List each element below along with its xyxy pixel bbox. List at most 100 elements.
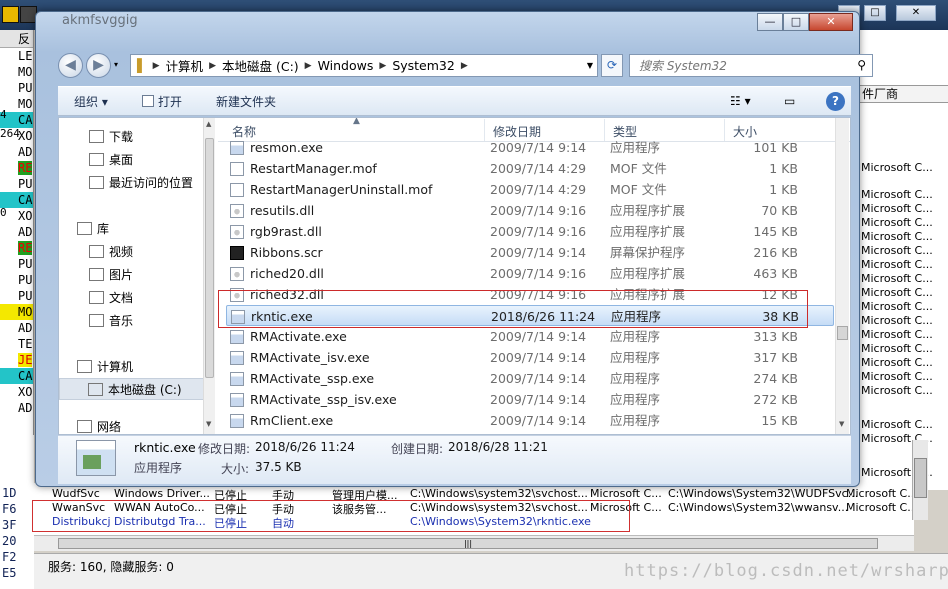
scroll-thumb[interactable]: ||| — [58, 538, 878, 549]
nav-item-label: 视频 — [109, 245, 134, 259]
bg-close-button[interactable]: ✕ — [896, 5, 936, 21]
search-input[interactable] — [630, 55, 830, 76]
forward-button[interactable]: ▶ — [86, 53, 111, 78]
breadcrumb-chevron-icon[interactable]: ▶ — [305, 61, 312, 71]
background-code: 20 — [2, 534, 17, 548]
folder-icon: ▌ — [137, 58, 147, 73]
nav-item[interactable]: 库 — [77, 218, 109, 240]
nav-item[interactable]: 网络 — [77, 416, 121, 434]
file-size: 145 KB — [753, 224, 798, 239]
address-bar[interactable]: ▌ ▶ 计算机 ▶ 本地磁盘 (C:) ▶ Windows ▶ System32… — [130, 54, 598, 77]
maximize-button[interactable]: □ — [783, 13, 809, 31]
file-row[interactable]: RMActivate.exe 2009/7/14 9:14 应用程序 313 KB — [226, 326, 834, 347]
breadcrumb-windows[interactable]: Windows — [312, 58, 380, 73]
file-row[interactable]: Ribbons.scr 2009/7/14 9:14 屏幕保护程序 216 KB — [226, 242, 834, 263]
recent-pages-dropdown[interactable]: ▾ — [114, 60, 118, 69]
breadcrumb-chevron-icon[interactable]: ▶ — [153, 61, 160, 71]
detail-file-name: rkntic.exe — [134, 440, 196, 455]
file-list-scroll-thumb[interactable] — [837, 326, 848, 340]
address-dropdown-icon[interactable]: ▼ — [587, 61, 593, 70]
background-row-text: XO — [18, 385, 33, 399]
file-row[interactable]: rgb9rast.dll 2009/7/14 9:16 应用程序扩展 145 KB — [226, 221, 834, 242]
service-vendor: Microsoft C... — [846, 487, 918, 500]
nav-item[interactable]: 计算机 — [77, 356, 133, 378]
file-row[interactable]: RestartManagerUninstall.mof 2009/7/14 4:2… — [226, 179, 834, 200]
organize-button[interactable]: 组织 ▾ — [74, 93, 108, 110]
file-size: 317 KB — [753, 350, 798, 365]
file-row[interactable]: RMActivate_isv.exe 2009/7/14 9:14 应用程序 317 … — [226, 347, 834, 368]
nav-item[interactable]: 最近访问的位置 — [89, 172, 193, 194]
background-row-text: LE — [18, 49, 33, 63]
nav-item[interactable]: 图片 — [89, 264, 133, 286]
preview-pane-icon[interactable]: ▭ — [784, 94, 795, 108]
background-row: XO — [0, 384, 33, 400]
background-row-text: PU — [18, 81, 33, 95]
breadcrumb-chevron-icon[interactable]: ▶ — [209, 61, 216, 71]
services-vertical-scrollbar[interactable] — [912, 440, 928, 520]
file-row[interactable]: RMActivate_ssp.exe 2009/7/14 9:14 应用程序 274 … — [226, 368, 834, 389]
file-row[interactable]: resutils.dll 2009/7/14 9:16 应用程序扩展 70 KB — [226, 200, 834, 221]
close-button[interactable]: ✕ — [809, 13, 853, 31]
background-row-text: PU — [18, 257, 33, 271]
navigation-scroll-thumb[interactable] — [205, 138, 214, 378]
file-type: 应用程序扩展 — [610, 266, 686, 281]
scroll-down-icon[interactable]: ▼ — [839, 420, 844, 428]
nav-item-label: 计算机 — [97, 360, 134, 374]
background-code-list: 1D F6 3F 20 F2 E5 — [0, 435, 34, 589]
breadcrumb-chevron-icon[interactable]: ▶ — [461, 61, 468, 71]
file-row[interactable]: resmon.exe 2009/7/14 9:14 应用程序 101 KB — [226, 137, 834, 158]
file-list-scrollbar[interactable]: ▼ — [835, 118, 849, 434]
background-row: PU — [0, 176, 33, 192]
bg-maximize-button[interactable]: □ — [864, 5, 886, 21]
nav-item[interactable]: 下载 — [89, 126, 133, 148]
file-date: 2009/7/14 9:14 — [490, 350, 587, 365]
documents-icon — [89, 291, 104, 304]
breadcrumb-chevron-icon[interactable]: ▶ — [379, 61, 386, 71]
minimize-button[interactable]: — — [757, 13, 783, 31]
nav-item[interactable]: 音乐 — [89, 310, 133, 332]
file-row[interactable]: riched20.dll 2009/7/14 9:16 应用程序扩展 463 KB — [226, 263, 834, 284]
vendor-cell: Microsoft C... — [861, 272, 933, 285]
back-button[interactable]: ◀ — [58, 53, 83, 78]
window-titlebar[interactable]: akmfsvggig — □ ✕ — [36, 12, 859, 36]
breadcrumb-system32[interactable]: System32 — [386, 58, 461, 73]
background-row: CA — [0, 368, 33, 384]
nav-item[interactable]: 文档 — [89, 287, 133, 309]
service-company: Microsoft C... — [590, 487, 662, 500]
scr-file-icon — [230, 246, 244, 260]
refresh-button[interactable]: ⟳ — [601, 54, 623, 77]
exe-file-icon — [230, 372, 244, 386]
file-name: resmon.exe — [250, 140, 323, 155]
breadcrumb-drive[interactable]: 本地磁盘 (C:) — [216, 56, 305, 75]
nav-item[interactable]: 视频 — [89, 241, 133, 263]
file-name: resutils.dll — [250, 203, 315, 218]
navigation-scrollbar[interactable]: ▲ ▼ — [203, 118, 215, 434]
background-column-header: 反 — [0, 30, 33, 48]
vendor-cell: Microsoft C... — [861, 286, 933, 299]
explorer-window: akmfsvggig — □ ✕ ◀ ▶ ▾ ▌ ▶ 计算机 ▶ 本地磁盘 (C… — [35, 11, 873, 487]
help-icon[interactable]: ? — [826, 92, 845, 111]
search-box[interactable]: ⚲ — [629, 54, 873, 77]
vendor-column-header[interactable]: 件厂商 — [859, 85, 948, 103]
services-horizontal-scrollbar[interactable]: ||| — [34, 535, 914, 551]
nav-item[interactable]: 桌面 — [89, 149, 133, 171]
nav-item[interactable]: 本地磁盘 (C:) — [59, 378, 205, 400]
vendor-cell: Microsoft C... — [861, 202, 933, 215]
view-options-icon[interactable]: ☷ ▾ — [730, 94, 751, 108]
vendor-cell: Microsoft C... — [861, 384, 933, 397]
background-row-text: PU — [18, 177, 33, 191]
file-row[interactable]: RMActivate_ssp_isv.exe 2009/7/14 9:14 应用程序… — [226, 389, 834, 410]
background-number: 264 — [0, 127, 20, 140]
file-row[interactable]: RestartManager.mof 2009/7/14 4:29 MOF 文件 1 … — [226, 158, 834, 179]
file-size: 101 KB — [753, 140, 798, 155]
new-folder-button[interactable]: 新建文件夹 — [216, 93, 276, 110]
nav-item-label: 图片 — [109, 268, 134, 282]
breadcrumb-computer[interactable]: 计算机 — [160, 56, 210, 75]
search-icon[interactable]: ⚲ — [857, 58, 866, 72]
file-name: RMActivate_ssp_isv.exe — [250, 392, 397, 407]
file-row[interactable]: RmClient.exe 2009/7/14 9:14 应用程序 15 KB — [226, 410, 834, 431]
background-row-text: XO — [18, 209, 33, 223]
vendor-cell: Microsoft C... — [861, 216, 933, 229]
file-type: 应用程序扩展 — [610, 203, 686, 218]
open-button[interactable]: 打开 — [142, 93, 182, 110]
